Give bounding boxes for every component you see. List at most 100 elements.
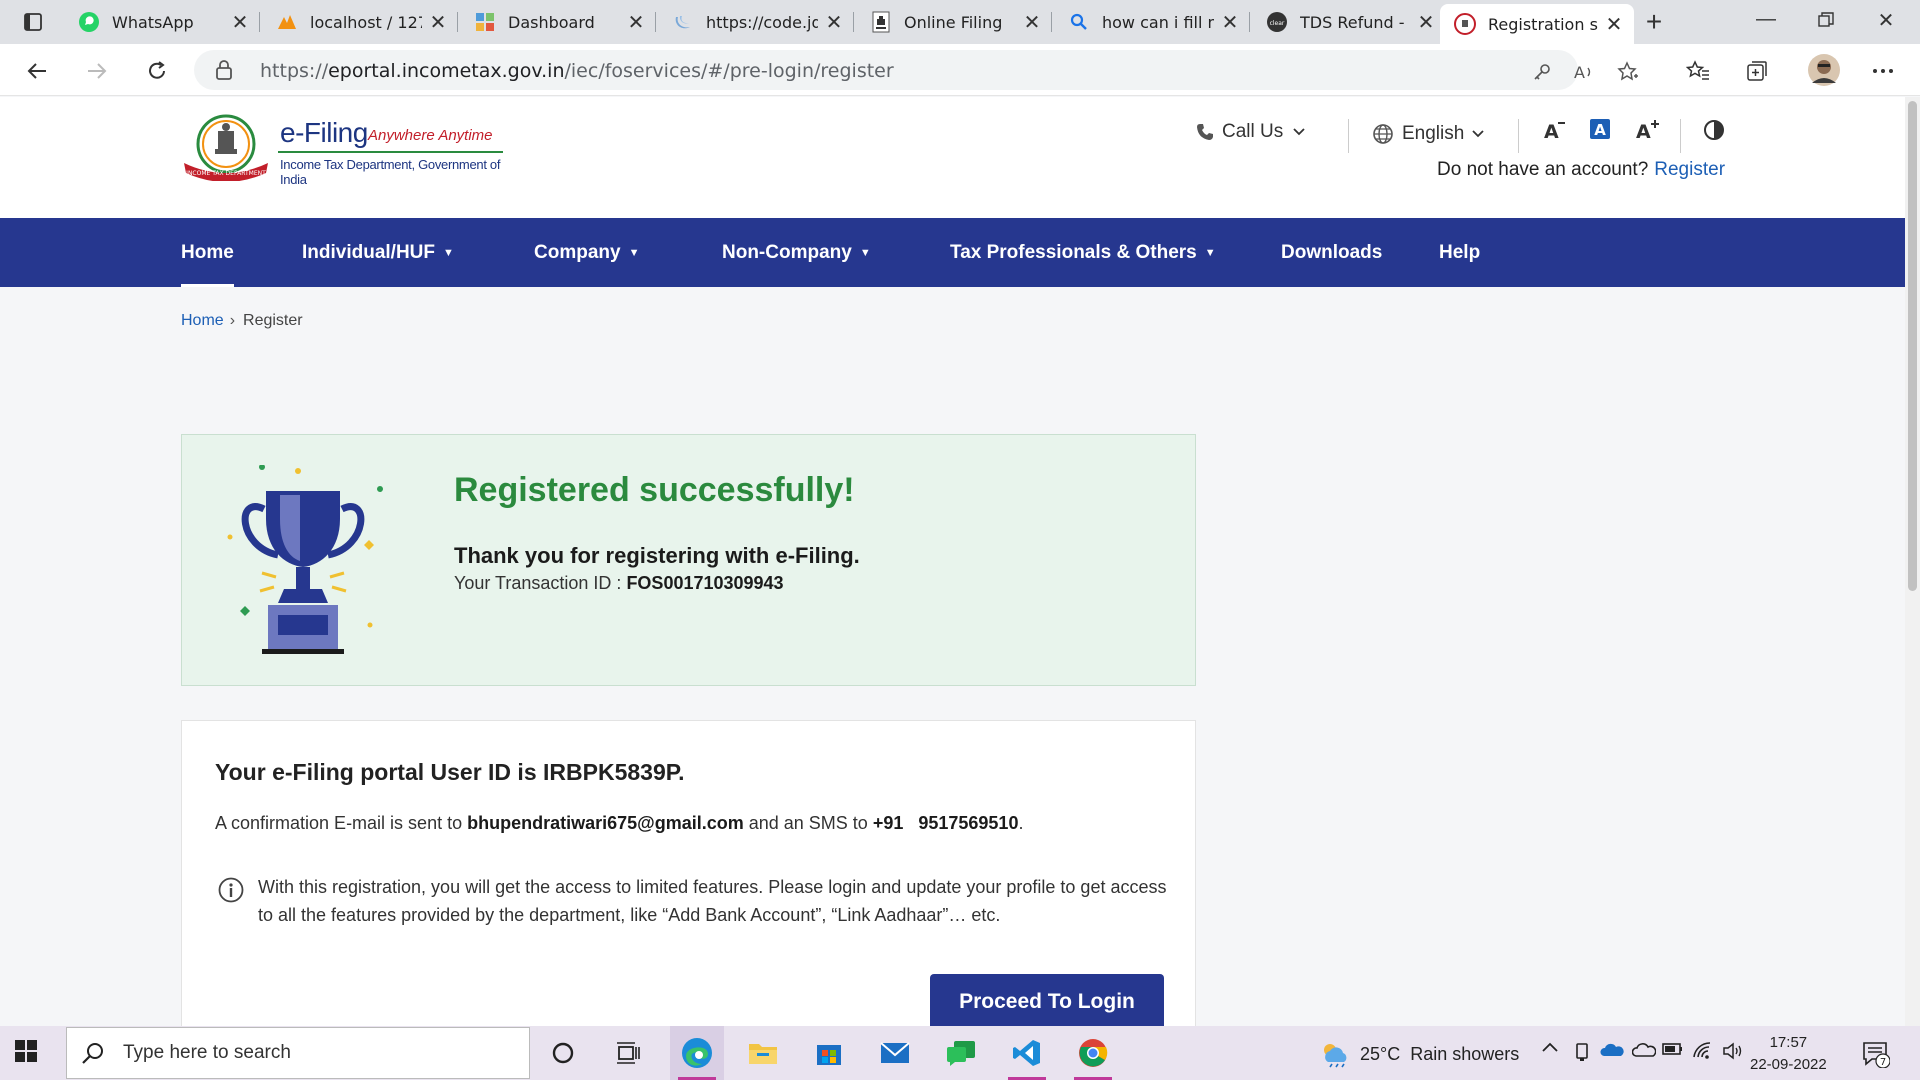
chevron-up-icon[interactable]: [1542, 1042, 1558, 1052]
scrollbar-thumb[interactable]: [1908, 101, 1917, 591]
tab-actions-icon: [24, 13, 42, 31]
tab-actions-button[interactable]: [14, 8, 52, 36]
store-icon: [817, 1045, 841, 1065]
tab-close-icon[interactable]: ✕: [1416, 10, 1436, 34]
normal-font-icon[interactable]: A: [1590, 119, 1610, 139]
svg-text:A: A: [1636, 121, 1651, 141]
restore-icon: [1818, 12, 1834, 27]
svg-text:A: A: [1594, 121, 1606, 139]
device-icon[interactable]: [1574, 1042, 1590, 1062]
tab-whatsapp[interactable]: WhatsApp ✕: [64, 4, 260, 40]
taskbar-chat[interactable]: [934, 1026, 988, 1080]
profile-avatar[interactable]: [1806, 52, 1842, 88]
nav-home[interactable]: Home: [181, 218, 234, 287]
nav-individual-huf[interactable]: Individual/HUF ▼: [302, 218, 454, 287]
clock-date: 22-09-2022: [1750, 1056, 1827, 1073]
taskbar-chrome[interactable]: [1066, 1026, 1120, 1080]
url-bar[interactable]: https://eportal.incometax.gov.in/iec/fos…: [194, 50, 1638, 90]
tab-close-icon[interactable]: ✕: [1220, 10, 1240, 34]
tab-close-icon[interactable]: ✕: [1022, 10, 1042, 34]
address-bar-row: https://eportal.incometax.gov.in/iec/fos…: [0, 44, 1920, 96]
svg-text:INCOME TAX DEPARTMENT: INCOME TAX DEPARTMENT: [186, 170, 266, 177]
weather-widget[interactable]: 25°C Rain showers: [1320, 1040, 1519, 1068]
taskbar-vscode[interactable]: [1000, 1026, 1054, 1080]
task-view-button[interactable]: [602, 1026, 656, 1080]
tab-close-icon[interactable]: ✕: [626, 10, 646, 34]
close-window-button[interactable]: ✕: [1866, 8, 1906, 33]
info-icon: [218, 877, 244, 903]
new-tab-button[interactable]: +: [1636, 8, 1672, 36]
tab-localhost[interactable]: localhost / 127 ✕: [262, 4, 458, 40]
register-link[interactable]: Register: [1654, 159, 1725, 180]
tab-title: WhatsApp: [112, 12, 194, 32]
cortana-button[interactable]: [536, 1026, 590, 1080]
nav-downloads[interactable]: Downloads: [1281, 218, 1382, 287]
taskbar-clock[interactable]: 17:57 22-09-2022: [1750, 1032, 1827, 1076]
tab-search[interactable]: how can i fill m ✕: [1054, 4, 1250, 40]
increase-font-icon[interactable]: A: [1636, 119, 1660, 141]
breadcrumb-home[interactable]: Home: [181, 312, 224, 329]
nav-tax-professionals[interactable]: Tax Professionals & Others ▼: [950, 218, 1216, 287]
confirmation-middle: and an SMS to: [743, 813, 873, 833]
taskbar-file-explorer[interactable]: [736, 1026, 790, 1080]
confirmation-message: A confirmation E-mail is sent to bhupend…: [215, 813, 1023, 834]
nav-company[interactable]: Company ▼: [534, 218, 639, 287]
volume-icon[interactable]: [1722, 1042, 1744, 1060]
transaction-id-value: FOS001710309943: [626, 573, 784, 593]
read-aloud-icon[interactable]: A: [1570, 58, 1598, 86]
phpmyadmin-icon: [276, 11, 298, 33]
add-favorite-icon[interactable]: [1614, 58, 1642, 86]
tab-online-filing[interactable]: Online Filing ✕: [856, 4, 1052, 40]
taskbar-store[interactable]: [802, 1026, 856, 1080]
taskbar-search-box[interactable]: Type here to search: [66, 1027, 530, 1079]
tab-close-icon[interactable]: ✕: [1604, 12, 1624, 36]
tab-tds-refund[interactable]: clear TDS Refund - I ✕: [1252, 4, 1446, 40]
decrease-font-icon[interactable]: A: [1544, 119, 1566, 141]
url-text: https://eportal.incometax.gov.in/iec/fos…: [260, 60, 894, 82]
cortana-icon: [552, 1042, 574, 1064]
cleartax-icon: clear: [1266, 11, 1288, 33]
key-icon[interactable]: [1528, 58, 1556, 86]
favorites-icon[interactable]: [1683, 56, 1713, 86]
call-us-label: Call Us: [1222, 121, 1284, 142]
mail-icon: [880, 1042, 910, 1063]
tab-title: Online Filing: [904, 12, 1003, 32]
success-heading: Registered successfully!: [454, 471, 855, 509]
nav-non-company[interactable]: Non-Company ▼: [722, 218, 871, 287]
forward-button[interactable]: [80, 54, 114, 88]
minimize-button[interactable]: —: [1746, 8, 1786, 31]
proceed-to-login-button[interactable]: Proceed To Login: [930, 974, 1164, 1030]
cloud-icon[interactable]: [1632, 1042, 1656, 1058]
onedrive-icon[interactable]: [1600, 1042, 1624, 1058]
whatsapp-icon: [78, 11, 100, 33]
language-menu[interactable]: English: [1372, 123, 1484, 145]
battery-icon[interactable]: [1662, 1042, 1684, 1056]
tab-dashboard[interactable]: Dashboard ✕: [460, 4, 656, 40]
nav-help[interactable]: Help: [1439, 218, 1480, 287]
page-scrollbar[interactable]: [1905, 97, 1920, 1026]
back-button[interactable]: [20, 54, 54, 88]
efiling-logo[interactable]: INCOME TAX DEPARTMENT e-Filing Anywhere …: [180, 111, 510, 187]
tab-jquery[interactable]: https://code.jq ✕: [658, 4, 854, 40]
tab-registration[interactable]: Registration su ✕: [1440, 4, 1634, 44]
more-options-icon[interactable]: [1868, 56, 1898, 86]
chrome-icon: [1079, 1039, 1108, 1067]
tab-title: TDS Refund - I: [1300, 12, 1410, 32]
tab-close-icon[interactable]: ✕: [824, 10, 844, 34]
notification-center-button[interactable]: 7: [1862, 1040, 1890, 1068]
browser-tab-strip: WhatsApp ✕ localhost / 127 ✕ Dashboard ✕…: [0, 0, 1920, 44]
header-divider: [1348, 119, 1349, 153]
start-button[interactable]: [14, 1039, 38, 1063]
taskbar-mail[interactable]: [868, 1026, 922, 1080]
refresh-button[interactable]: [140, 54, 174, 88]
restore-button[interactable]: [1806, 8, 1846, 28]
wifi-icon[interactable]: [1692, 1042, 1714, 1060]
taskbar-edge[interactable]: [670, 1026, 724, 1080]
weather-text: 25°C Rain showers: [1360, 1043, 1520, 1064]
arrow-right-icon: [88, 63, 107, 79]
contrast-icon[interactable]: [1703, 119, 1725, 141]
collections-icon[interactable]: [1742, 56, 1772, 86]
call-us-menu[interactable]: Call Us: [1196, 121, 1305, 143]
tab-close-icon[interactable]: ✕: [428, 10, 448, 34]
tab-close-icon[interactable]: ✕: [230, 10, 250, 34]
